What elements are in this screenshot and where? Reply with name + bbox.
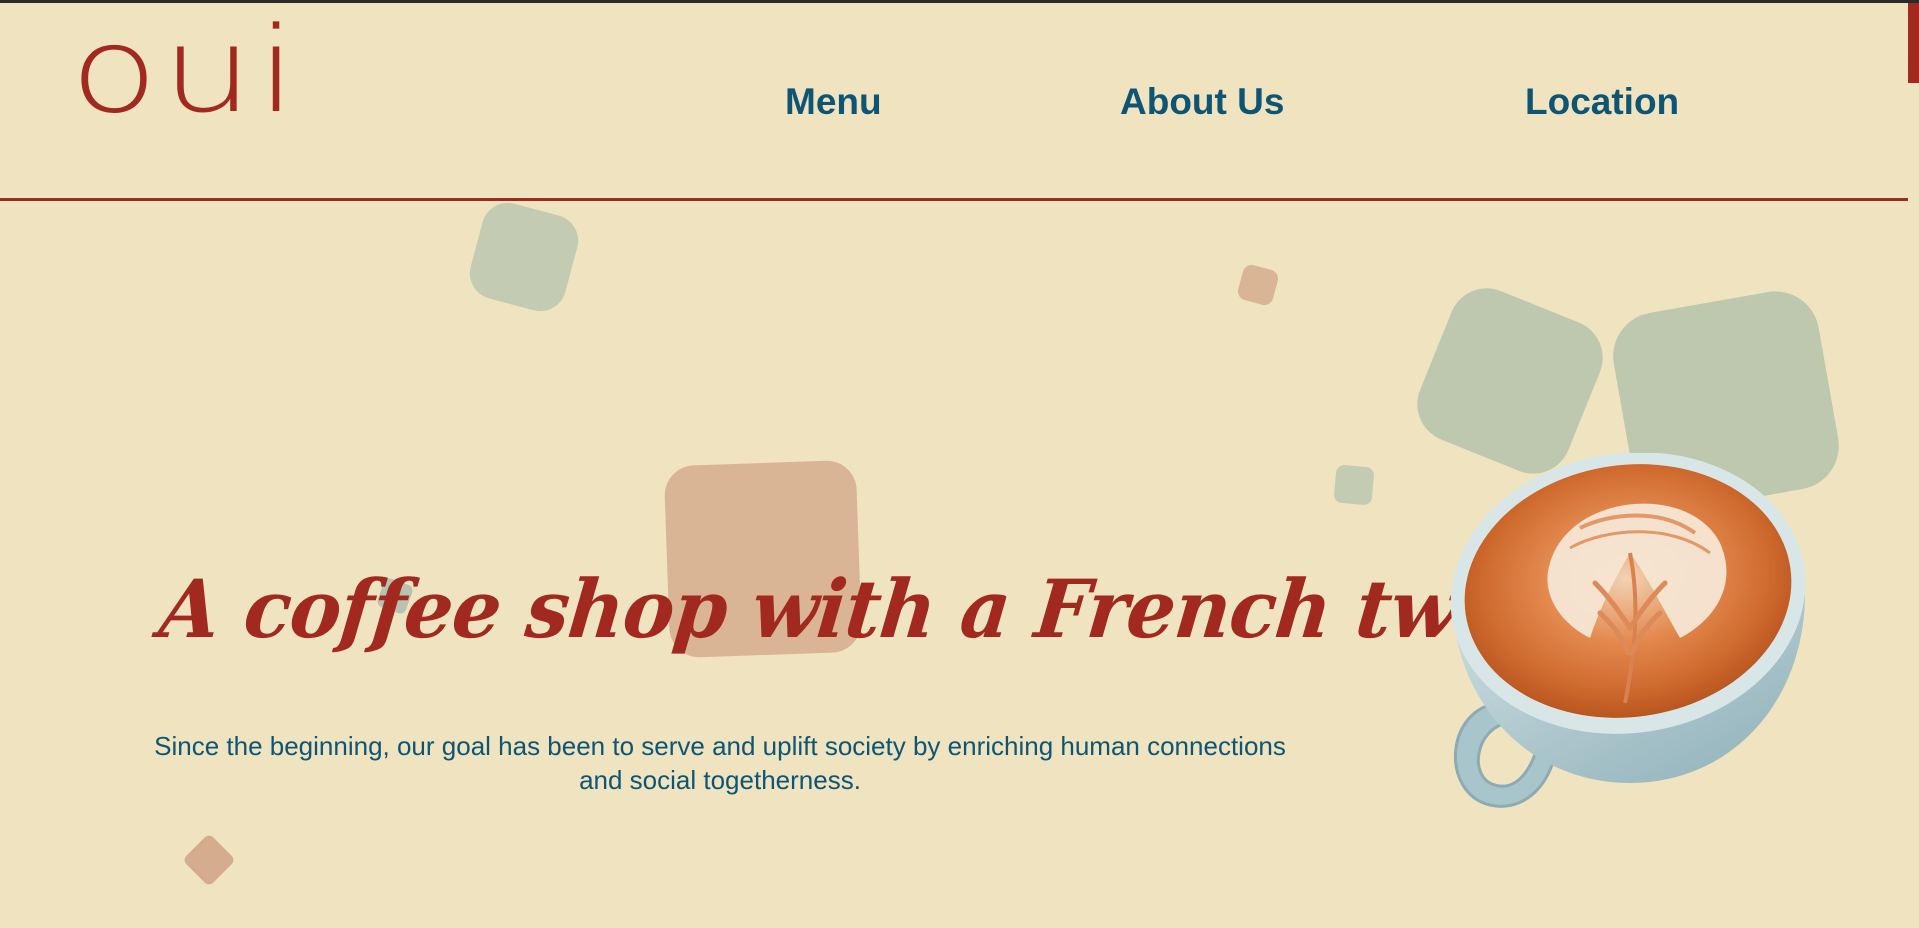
decorative-square bbox=[463, 196, 585, 318]
decorative-square bbox=[1235, 262, 1281, 308]
hero-title: A coffee shop with a French twist! bbox=[155, 561, 1599, 656]
nav-link-location[interactable]: Location bbox=[1525, 81, 1679, 123]
nav-link-menu[interactable]: Menu bbox=[785, 81, 882, 123]
header-divider bbox=[0, 198, 1908, 201]
nav-link-about-us[interactable]: About Us bbox=[1120, 81, 1284, 123]
scrollbar-thumb[interactable] bbox=[1908, 3, 1919, 83]
site-header: oui Menu About Us Location bbox=[0, 3, 1908, 200]
decorative-square bbox=[182, 833, 236, 887]
scrollbar[interactable] bbox=[1908, 3, 1919, 928]
decorative-square bbox=[1333, 464, 1375, 506]
hero-subtitle: Since the beginning, our goal has been t… bbox=[154, 731, 1286, 795]
latte-cup-image bbox=[1450, 453, 1806, 808]
page: oui Menu About Us Location A coffee shop… bbox=[0, 3, 1908, 928]
main-nav: Menu About Us Location bbox=[0, 3, 1908, 200]
